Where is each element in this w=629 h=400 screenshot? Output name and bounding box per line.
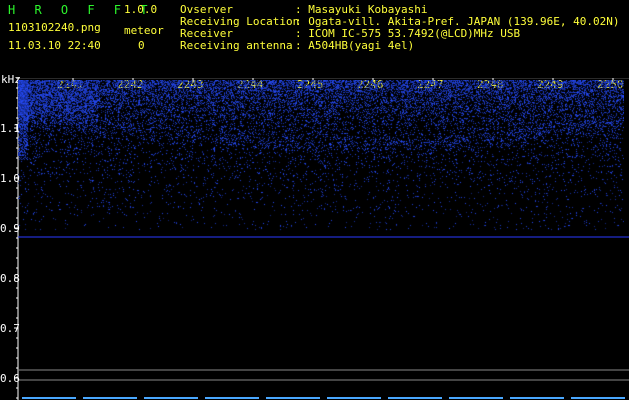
y-tick-label: 1.0 [0, 172, 20, 185]
y-tick-label: 0.6 [0, 372, 20, 385]
meteor-label: meteor [124, 24, 164, 37]
spectrogram-canvas [18, 80, 624, 398]
meteor-count: 0 [138, 39, 145, 52]
antenna-value: : A504HB(yagi 4el) [295, 39, 415, 52]
app-version: 1.0.0 [124, 3, 158, 16]
y-tick-label: 0.8 [0, 272, 20, 285]
antenna-label: Receiving antenna [180, 39, 293, 52]
capture-datetime: 11.03.10 22:40 [8, 39, 101, 52]
y-tick-label: 0.9 [0, 222, 20, 235]
image-filename: 1103102240.png [8, 21, 101, 34]
y-tick-label: 1.1 [0, 122, 20, 135]
y-tick-label: 0.7 [0, 322, 20, 335]
